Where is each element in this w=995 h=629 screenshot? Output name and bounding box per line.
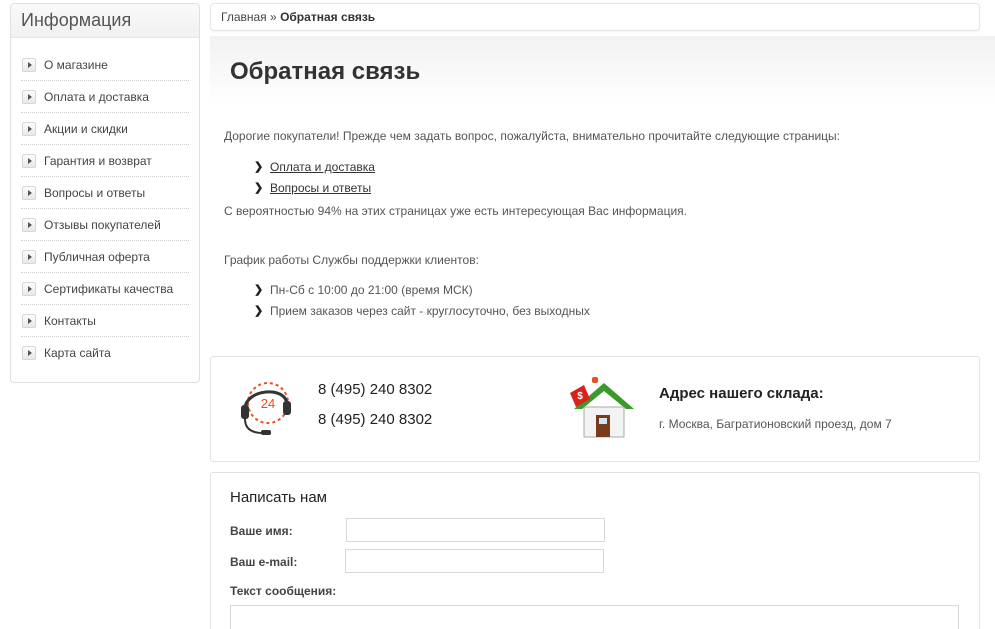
sidebar-title: Информация xyxy=(11,4,199,38)
schedule-item: Пн-Сб с 10:00 до 21:00 (время МСК) xyxy=(270,282,473,297)
form-title: Написать нам xyxy=(230,489,327,506)
name-label: Ваше имя: xyxy=(230,524,293,538)
link-faq[interactable]: Вопросы и ответы xyxy=(270,181,371,195)
sidebar-item-sitemap[interactable]: Карта сайта xyxy=(21,337,189,369)
sidebar-item-payment[interactable]: Оплата и доставка xyxy=(21,81,189,113)
schedule-title: График работы Службы поддержки клиентов: xyxy=(224,253,479,267)
bullet-arrow-icon xyxy=(22,153,36,168)
sidebar-item-label: Контакты xyxy=(44,313,96,328)
link-payment-delivery[interactable]: Оплата и доставка xyxy=(270,160,375,174)
breadcrumb-home-link[interactable]: Главная xyxy=(221,10,267,24)
sidebar-item-label: Сертификаты качества xyxy=(44,281,174,296)
intro-text: Дорогие покупатели! Прежде чем задать во… xyxy=(224,129,841,143)
sidebar-item-label: Вопросы и ответы xyxy=(44,185,146,200)
name-input[interactable] xyxy=(346,518,605,542)
sidebar: Информация О магазине Оплата и доставка … xyxy=(10,3,200,383)
contact-form: Написать нам Ваше имя: Ваш e-mail: Текст… xyxy=(210,472,980,629)
support-24-text: 24 xyxy=(261,396,275,411)
warehouse-house-icon: $ xyxy=(570,377,634,438)
sidebar-item-promo[interactable]: Акции и скидки xyxy=(21,113,189,145)
bullet-arrow-icon xyxy=(22,249,36,264)
chevron-right-icon: ❯ xyxy=(254,284,264,296)
bullet-arrow-icon xyxy=(22,57,36,72)
schedule-list: ❯ Пн-Сб с 10:00 до 21:00 (время МСК) ❯ При… xyxy=(224,279,984,321)
sidebar-item-faq[interactable]: Вопросы и ответы xyxy=(21,177,189,209)
bullet-arrow-icon xyxy=(22,281,36,296)
email-label: Ваш e-mail: xyxy=(230,555,298,569)
bullet-arrow-icon xyxy=(22,185,36,200)
address-title: Адрес нашего склада: xyxy=(659,385,824,402)
list-item: ❯ Вопросы и ответы xyxy=(254,177,984,198)
main-content: Дорогие покупатели! Прежде чем задать во… xyxy=(224,128,984,321)
sidebar-list: О магазине Оплата и доставка Акции и ски… xyxy=(11,38,199,369)
chevron-right-icon: ❯ xyxy=(254,182,264,194)
breadcrumb: Главная » Обратная связь xyxy=(210,3,980,31)
contact-box: 24 8 (495) 240 8302 8 (495) 240 8302 $ А… xyxy=(210,356,980,462)
address-text: г. Москва, Багратионовский проезд, дом 7 xyxy=(659,417,892,431)
bullet-arrow-icon xyxy=(22,346,36,360)
phone-number-2: 8 (495) 240 8302 xyxy=(318,411,433,428)
breadcrumb-separator: » xyxy=(270,10,277,24)
support-24-headset-icon: 24 xyxy=(241,382,291,435)
sidebar-item-label: Оплата и доставка xyxy=(44,89,149,104)
email-input[interactable] xyxy=(345,549,604,573)
phone-number-1: 8 (495) 240 8302 xyxy=(318,381,433,398)
help-links: ❯ Оплата и доставка ❯ Вопросы и ответы xyxy=(224,156,984,198)
sidebar-item-label: Карта сайта xyxy=(44,346,111,360)
sidebar-item-contacts[interactable]: Контакты xyxy=(21,305,189,337)
chevron-right-icon: ❯ xyxy=(254,305,264,317)
message-textarea[interactable] xyxy=(230,605,959,629)
page-title: Обратная связь xyxy=(230,58,421,85)
list-item: ❯ Оплата и доставка xyxy=(254,156,984,177)
probability-note: С вероятностью 94% на этих страницах уже… xyxy=(224,204,687,218)
sidebar-item-label: О магазине xyxy=(44,57,108,72)
phones: 8 (495) 240 8302 8 (495) 240 8302 xyxy=(318,381,432,441)
list-item: ❯ Прием заказов через сайт - круглосуточн… xyxy=(254,300,984,321)
sidebar-item-offer[interactable]: Публичная оферта xyxy=(21,241,189,273)
breadcrumb-current: Обратная связь xyxy=(280,10,376,24)
message-label: Текст сообщения: xyxy=(230,584,337,598)
schedule-item: Прием заказов через сайт - круглосуточно… xyxy=(270,303,590,318)
sidebar-item-label: Публичная оферта xyxy=(44,249,150,264)
bullet-arrow-icon xyxy=(22,217,36,232)
sidebar-item-label: Гарантия и возврат xyxy=(44,153,152,168)
price-tag-text: $ xyxy=(577,391,583,402)
sidebar-item-warranty[interactable]: Гарантия и возврат xyxy=(21,145,189,177)
bullet-arrow-icon xyxy=(22,121,36,136)
bullet-arrow-icon xyxy=(22,313,36,328)
sidebar-item-label: Отзывы покупателей xyxy=(44,217,161,232)
bullet-arrow-icon xyxy=(22,89,36,104)
sidebar-item-certificates[interactable]: Сертификаты качества xyxy=(21,273,189,305)
list-item: ❯ Пн-Сб с 10:00 до 21:00 (время МСК) xyxy=(254,279,984,300)
sidebar-item-about[interactable]: О магазине xyxy=(21,49,189,81)
sidebar-item-reviews[interactable]: Отзывы покупателей xyxy=(21,209,189,241)
sidebar-item-label: Акции и скидки xyxy=(44,121,128,136)
chevron-right-icon: ❯ xyxy=(254,161,264,173)
